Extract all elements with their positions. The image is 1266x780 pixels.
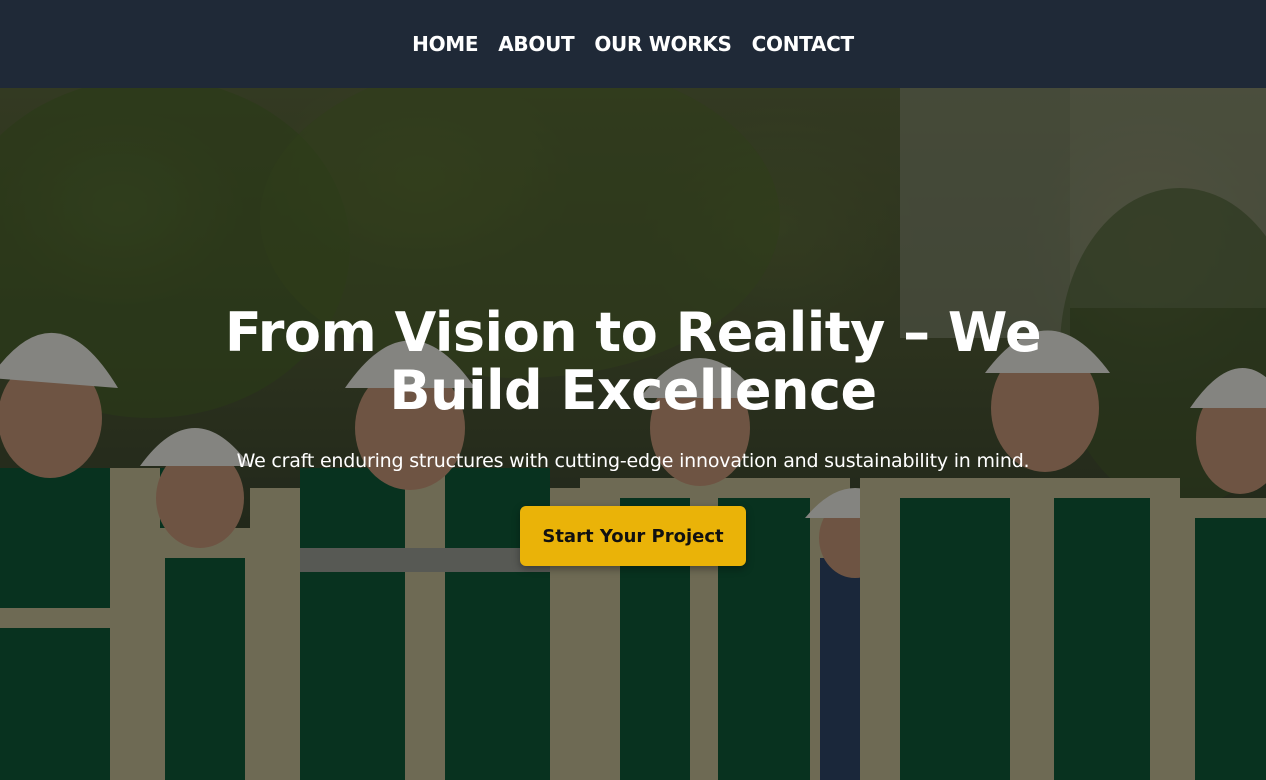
nav-link-contact[interactable]: CONTACT	[752, 32, 855, 56]
start-project-button[interactable]: Start Your Project	[520, 506, 746, 566]
top-navbar: HOME ABOUT OUR WORKS CONTACT	[0, 0, 1266, 88]
hero-section: From Vision to Reality – We Build Excell…	[0, 88, 1266, 780]
hero-subtitle: We craft enduring structures with cuttin…	[236, 450, 1030, 472]
nav-link-about[interactable]: ABOUT	[498, 32, 574, 56]
hero-content: From Vision to Reality – We Build Excell…	[0, 304, 1266, 566]
nav-link-home[interactable]: HOME	[412, 32, 478, 56]
nav-link-our-works[interactable]: OUR WORKS	[594, 32, 732, 56]
nav-menu: HOME ABOUT OUR WORKS CONTACT	[412, 32, 854, 56]
hero-title: From Vision to Reality – We Build Excell…	[224, 301, 1042, 422]
